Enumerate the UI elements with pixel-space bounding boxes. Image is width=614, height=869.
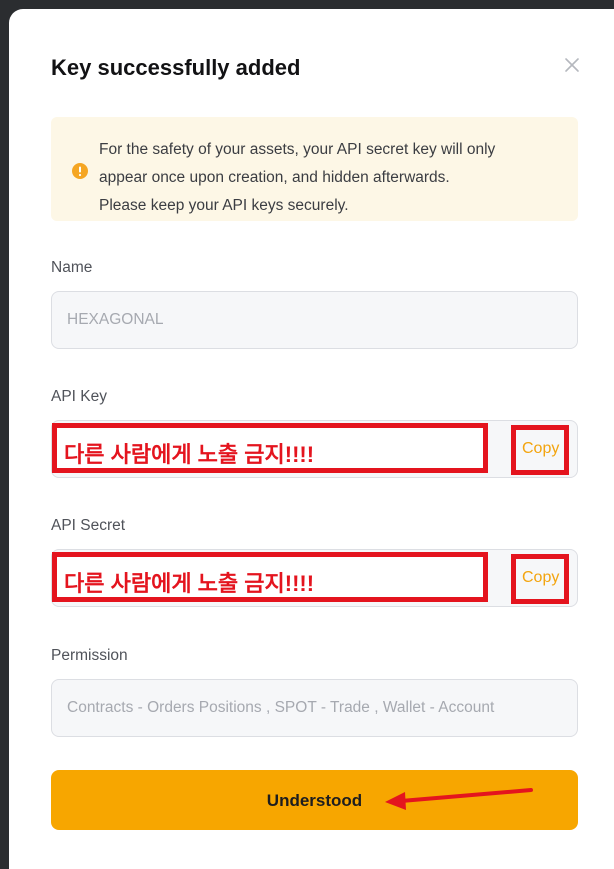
notice-line: appear once upon creation, and hidden af…: [99, 169, 450, 186]
redaction-warning-text: 다른 사람에게 노출 금지!!!!: [64, 571, 315, 596]
name-label: Name: [51, 259, 93, 276]
security-notice: For the safety of your assets, your API …: [51, 117, 578, 221]
api-key-copy-button[interactable]: Copy: [511, 425, 569, 475]
warning-circle-icon: [72, 163, 88, 179]
api-secret-label: API Secret: [51, 517, 126, 534]
notice-line: For the safety of your assets, your API …: [99, 141, 496, 158]
api-secret-field[interactable]: 다른 사람에게 노출 금지!!!! Copy: [51, 549, 578, 607]
dialog-title: Key successfully added: [51, 55, 301, 80]
name-field[interactable]: HEXAGONAL: [51, 291, 578, 349]
permission-field: Contracts - Orders Positions , SPOT - Tr…: [51, 679, 578, 737]
api-key-label: API Key: [51, 388, 107, 405]
notice-line: Please keep your API keys securely.: [99, 197, 349, 214]
api-secret-copy-button[interactable]: Copy: [511, 554, 569, 604]
api-key-field[interactable]: 다른 사람에게 노출 금지!!!! Copy: [51, 420, 578, 478]
api-secret-redaction: 다른 사람에게 노출 금지!!!!: [52, 552, 488, 602]
annotation-arrow-icon: [385, 788, 533, 810]
api-key-redaction: 다른 사람에게 노출 금지!!!!: [52, 423, 488, 473]
notice-text: For the safety of your assets, your API …: [99, 136, 569, 220]
permission-label: Permission: [51, 647, 128, 664]
close-icon: [565, 58, 579, 72]
name-value: HEXAGONAL: [67, 311, 164, 328]
api-key-success-dialog: Key successfully added For the safety of…: [9, 9, 614, 869]
permission-value: Contracts - Orders Positions , SPOT - Tr…: [67, 699, 495, 716]
close-button[interactable]: [562, 55, 582, 75]
redaction-warning-text: 다른 사람에게 노출 금지!!!!: [64, 442, 315, 467]
copy-label: Copy: [522, 569, 560, 586]
copy-label: Copy: [522, 440, 560, 457]
